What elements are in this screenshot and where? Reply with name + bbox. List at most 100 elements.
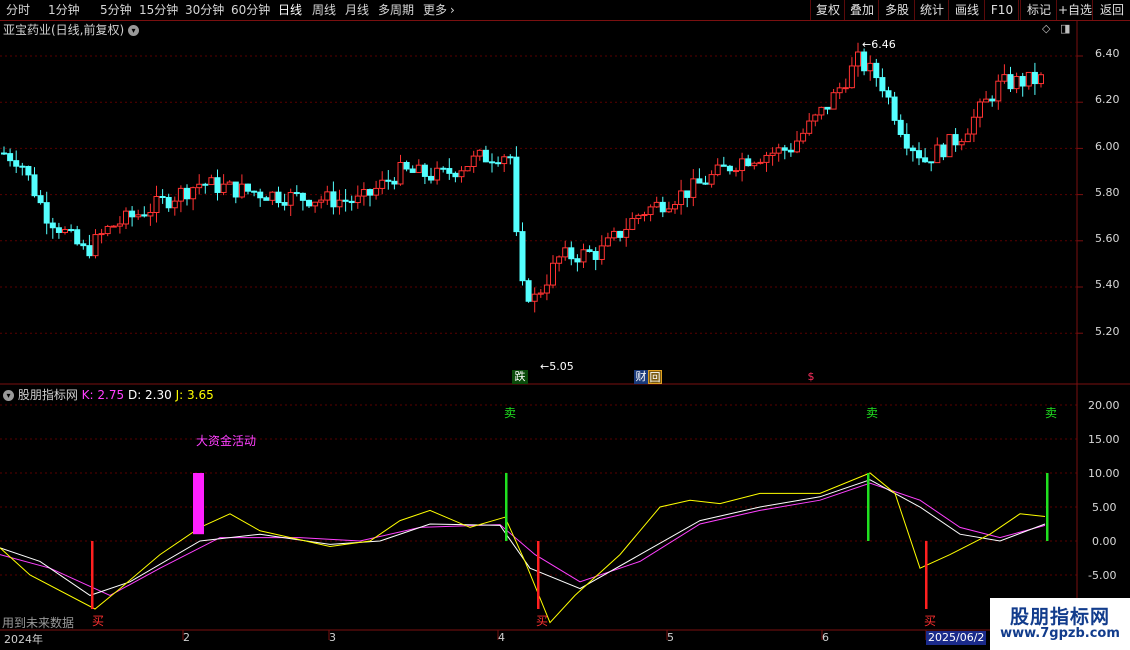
chevron-down-icon[interactable]: ▾ <box>128 25 140 36</box>
candle-body <box>1013 76 1020 90</box>
candle-body <box>952 134 959 146</box>
buy-signal-label: 买 <box>924 614 937 628</box>
draw-line-button[interactable]: 画线 <box>948 0 985 20</box>
candle-body <box>1025 71 1032 87</box>
d-value: D: 2.30 <box>127 388 172 402</box>
dollar-marker[interactable]: $ <box>806 370 816 384</box>
period-30min[interactable]: 30分钟 <box>185 0 224 20</box>
candle-body <box>348 200 355 204</box>
candle-body <box>995 80 1002 102</box>
k-value: K: 2.75 <box>81 388 125 402</box>
candle-body <box>733 170 739 173</box>
period-multi[interactable]: 多周期 <box>378 0 414 20</box>
candle-body <box>123 210 129 225</box>
candle-body <box>153 196 160 214</box>
diamond-icon[interactable]: ◇ <box>1042 22 1050 36</box>
candle-body <box>421 164 428 177</box>
candle-body <box>592 251 599 260</box>
overlay-button[interactable]: 叠加 <box>844 0 879 20</box>
candle-body <box>861 51 868 72</box>
period-15min[interactable]: 15分钟 <box>139 0 178 20</box>
candle-body <box>312 201 319 207</box>
candle-body <box>757 161 764 164</box>
finance-marker[interactable]: 财 <box>634 370 648 384</box>
chevron-down-icon[interactable]: ▾ <box>3 390 14 401</box>
main-chart-title-bar: 亚宝药业(日线,前复权) ▾ <box>3 21 140 39</box>
candle-body <box>452 172 459 178</box>
period-toolbar: 分时 1分钟 5分钟 15分钟 30分钟 60分钟 日线 周线 月线 多周期 更… <box>0 0 1130 21</box>
candle-body <box>702 182 709 185</box>
candle-body <box>55 227 62 233</box>
candle-body <box>531 293 538 302</box>
candle-body <box>763 154 770 163</box>
candle-body <box>196 183 203 189</box>
period-1min[interactable]: 1分钟 <box>48 0 80 20</box>
candle-body <box>324 191 331 201</box>
candle-body <box>281 202 288 206</box>
candle-body <box>489 161 495 164</box>
candle-body <box>446 168 453 174</box>
indicator-tick: 0.00 <box>1092 535 1117 548</box>
period-60min[interactable]: 60分钟 <box>231 0 270 20</box>
candle-body <box>507 156 514 159</box>
sell-signal-bar <box>505 473 508 541</box>
candle-body <box>550 262 556 286</box>
candle-body <box>397 161 404 185</box>
period-5min[interactable]: 5分钟 <box>100 0 132 20</box>
period-daily[interactable]: 日线 <box>278 0 302 20</box>
candle-body <box>623 228 630 238</box>
candle-body <box>74 229 81 245</box>
candle-body <box>848 65 855 89</box>
f10-button[interactable]: F10 <box>984 0 1019 20</box>
back-button[interactable]: 返回 <box>1092 0 1130 20</box>
candle-body <box>934 144 941 164</box>
candle-body <box>519 231 526 282</box>
candle-body <box>635 214 642 220</box>
sell-signal-bar <box>1046 473 1049 541</box>
panel-toggle-icon[interactable]: ◨ <box>1060 22 1070 36</box>
statistics-button[interactable]: 统计 <box>914 0 949 20</box>
candle-body <box>794 140 800 153</box>
candle-body <box>690 178 697 198</box>
candle-body <box>598 245 605 260</box>
candle-body <box>269 191 276 201</box>
buy-signal-bar <box>537 541 540 609</box>
indicator-tick: 15.00 <box>1088 433 1120 446</box>
candle-body <box>812 114 819 122</box>
candle-body <box>495 162 502 165</box>
restore-rights-button[interactable]: 复权 <box>810 0 845 20</box>
candle-body <box>867 62 874 72</box>
candle-body <box>946 134 953 158</box>
candle-body <box>983 98 990 103</box>
candle-body <box>238 183 245 198</box>
candle-body <box>19 165 26 168</box>
candle-body <box>879 77 886 92</box>
candle-body <box>336 199 343 208</box>
candle-body <box>171 200 178 209</box>
candle-body <box>49 222 56 229</box>
candle-body <box>641 214 648 217</box>
site-watermark: 股朋指标网 www.7gpzb.com <box>990 598 1130 650</box>
candle-body <box>263 197 270 201</box>
candle-body <box>257 191 264 199</box>
d-line <box>0 482 1046 596</box>
period-intraday[interactable]: 分时 <box>6 0 30 20</box>
candle-body <box>464 165 471 172</box>
candle-body <box>318 199 325 203</box>
big-money-bar <box>193 473 204 535</box>
candle-body <box>1019 76 1026 87</box>
return-marker[interactable]: 回 <box>648 370 662 384</box>
x-axis-label: 4 <box>498 631 505 644</box>
period-more[interactable]: 更多 <box>423 0 447 20</box>
cursor-date-label: 2025/06/2 <box>926 631 987 645</box>
multi-stock-button[interactable]: 多股 <box>878 0 915 20</box>
period-monthly[interactable]: 月线 <box>345 0 369 20</box>
stock-title: 亚宝药业(日线,前复权) <box>3 23 125 37</box>
more-chevron-icon[interactable]: › <box>450 0 455 20</box>
add-favorite-button[interactable]: +自选 <box>1056 0 1093 20</box>
candle-body <box>275 191 282 204</box>
fall-marker[interactable]: 跌 <box>512 370 528 384</box>
mark-label[interactable]: 标记 <box>1020 0 1057 20</box>
candle-body <box>611 230 617 239</box>
period-weekly[interactable]: 周线 <box>312 0 336 20</box>
